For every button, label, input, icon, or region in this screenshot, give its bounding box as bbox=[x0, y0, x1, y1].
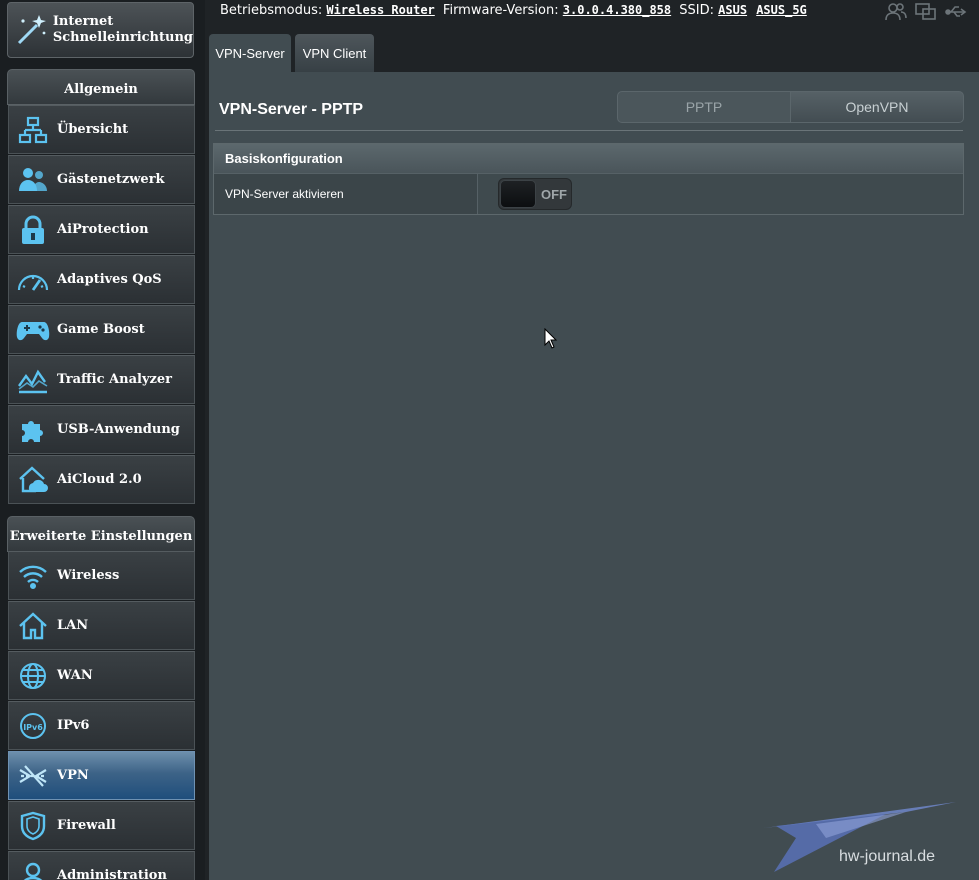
sidebar-item-administration[interactable]: Administration bbox=[8, 851, 195, 880]
sidebar-item-guest-network[interactable]: Gästenetzwerk bbox=[8, 155, 195, 204]
watermark-logo bbox=[764, 802, 956, 872]
home-icon bbox=[9, 606, 57, 646]
ssid-5g-link[interactable]: ASUS_5G bbox=[756, 3, 807, 17]
sidebar-item-usb-application[interactable]: USB-Anwendung bbox=[8, 405, 195, 454]
firmware-version-link[interactable]: 3.0.0.4.380_858 bbox=[563, 3, 671, 17]
sidebar-item-firewall[interactable]: Firewall bbox=[8, 801, 195, 850]
status-icons bbox=[885, 2, 967, 26]
section-header: Basiskonfiguration bbox=[214, 144, 963, 173]
page-title: VPN-Server - PPTP bbox=[219, 101, 364, 118]
vpn-server-toggle[interactable]: OFF bbox=[498, 178, 572, 210]
svg-text:IPv6: IPv6 bbox=[23, 723, 43, 732]
tab-vpn-client[interactable]: VPN Client bbox=[295, 34, 374, 72]
sidebar-item-ipv6[interactable]: IPv6 IPv6 bbox=[8, 701, 195, 750]
ssid-2g-link[interactable]: ASUS bbox=[718, 3, 747, 17]
watermark: hw-journal.de bbox=[756, 798, 966, 880]
sidebar-item-lan[interactable]: LAN bbox=[8, 601, 195, 650]
ipv6-globe-icon: IPv6 bbox=[9, 706, 57, 746]
magic-wand-icon bbox=[8, 13, 53, 47]
lock-icon bbox=[9, 210, 57, 250]
network-map-icon bbox=[9, 110, 57, 150]
wifi-icon bbox=[9, 556, 57, 596]
sidebar-item-wireless[interactable]: Wireless bbox=[8, 551, 195, 600]
tab-vpn-server[interactable]: VPN-Server bbox=[209, 34, 291, 72]
row-label: VPN-Server aktivieren bbox=[214, 174, 478, 214]
guests-icon bbox=[9, 160, 57, 200]
quick-setup-label: Internet Schnelleinrichtung bbox=[52, 14, 193, 45]
puzzle-icon bbox=[9, 410, 57, 450]
toggle-state: OFF bbox=[541, 187, 567, 202]
operation-mode-link[interactable]: Wireless Router bbox=[326, 3, 434, 17]
sidebar-item-adaptive-qos[interactable]: Adaptives QoS bbox=[8, 255, 195, 304]
advanced-section-header: Erweiterte Einstellungen bbox=[7, 516, 195, 552]
status-bar: Betriebsmodus: Wireless Router Firmware-… bbox=[205, 0, 979, 30]
devices-icon[interactable] bbox=[915, 2, 937, 26]
sidebar-item-aicloud[interactable]: AiCloud 2.0 bbox=[8, 455, 195, 504]
basic-config-table: Basiskonfiguration VPN-Server aktivieren… bbox=[213, 143, 964, 215]
speedometer-icon bbox=[9, 260, 57, 300]
status-info: Betriebsmodus: Wireless Router Firmware-… bbox=[220, 3, 807, 18]
sidebar-item-vpn[interactable]: VPN bbox=[8, 751, 195, 800]
user-icon bbox=[9, 856, 57, 880]
main-panel: VPN-Server - PPTP PPTP OpenVPN Basiskonf… bbox=[209, 72, 979, 880]
quick-setup-button[interactable]: Internet Schnelleinrichtung bbox=[7, 2, 194, 58]
sidebar-item-traffic-analyzer[interactable]: Traffic Analyzer bbox=[8, 355, 195, 404]
sidebar-item-aiprotection[interactable]: AiProtection bbox=[8, 205, 195, 254]
toggle-knob bbox=[500, 180, 536, 208]
usb-icon[interactable] bbox=[945, 2, 967, 26]
table-row: VPN-Server aktivieren OFF bbox=[214, 173, 963, 214]
sidebar-item-game-boost[interactable]: Game Boost bbox=[8, 305, 195, 354]
sidebar: Internet Schnelleinrichtung Allgemein Üb… bbox=[0, 0, 205, 880]
segment-pptp[interactable]: PPTP bbox=[617, 91, 791, 123]
gamepad-icon bbox=[9, 310, 57, 350]
clients-icon[interactable] bbox=[885, 2, 907, 26]
globe-icon bbox=[9, 656, 57, 696]
row-value: OFF bbox=[478, 174, 963, 214]
shield-icon bbox=[9, 806, 57, 846]
mouse-cursor-icon bbox=[544, 328, 558, 349]
sidebar-item-wan[interactable]: WAN bbox=[8, 651, 195, 700]
sidebar-item-overview[interactable]: Übersicht bbox=[8, 105, 195, 154]
segment-openvpn[interactable]: OpenVPN bbox=[790, 91, 964, 123]
vpn-icon bbox=[9, 756, 57, 796]
title-divider bbox=[215, 130, 963, 131]
general-section-header: Allgemein bbox=[7, 69, 195, 105]
cloud-home-icon bbox=[9, 460, 57, 500]
traffic-chart-icon bbox=[9, 360, 57, 400]
watermark-text: hw-journal.de bbox=[839, 848, 936, 865]
